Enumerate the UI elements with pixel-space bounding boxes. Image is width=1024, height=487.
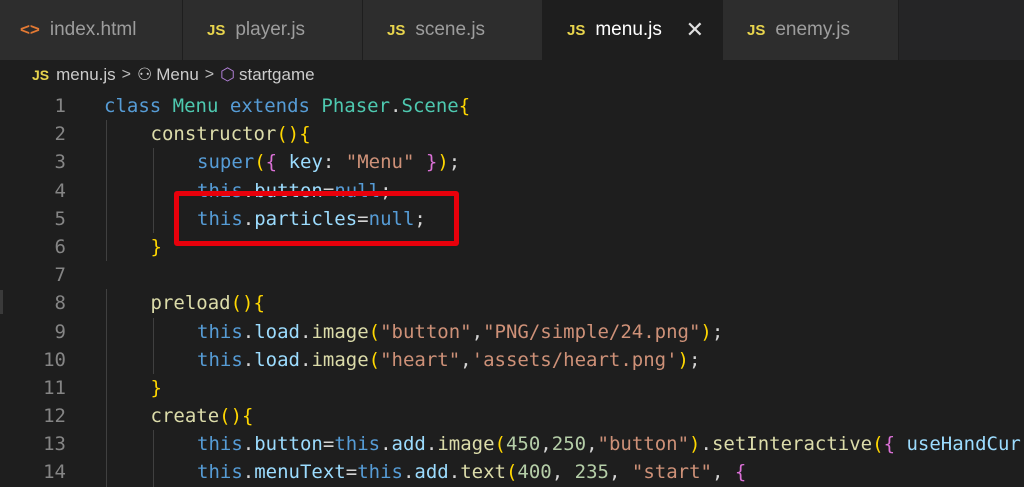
indent-guide: [106, 345, 107, 374]
line-number: 10: [43, 348, 66, 371]
code-text: this.load.image("heart",'assets/heart.pn…: [197, 348, 701, 371]
indent-guide: [106, 317, 107, 346]
indent-guide: [106, 232, 107, 262]
line-number: 14: [43, 461, 66, 484]
close-icon[interactable]: ✕: [686, 17, 704, 43]
code-line[interactable]: 10 this.load.image("heart",'assets/heart.…: [0, 345, 1024, 374]
tab-scene-js[interactable]: JS scene.js: [363, 0, 543, 60]
line-number: 2: [54, 123, 66, 146]
indent-guide: [152, 148, 154, 177]
code-text: super({ key: "Menu" });: [197, 151, 461, 174]
tab-label: index.html: [49, 19, 137, 40]
code-line[interactable]: 6}: [0, 232, 1024, 262]
indent-guide: [106, 430, 107, 459]
code-text: this.button=this.add.image(450,250,"butt…: [197, 433, 1021, 456]
js-file-icon: JS: [567, 21, 586, 39]
highlight-box: [174, 191, 459, 246]
code-line[interactable]: 3 super({ key: "Menu" });: [0, 148, 1024, 177]
indent-guide: [106, 402, 107, 431]
tab-label: enemy.js: [775, 19, 850, 40]
line-number: 5: [54, 207, 66, 230]
indent-guide: [106, 148, 107, 177]
line-number: 11: [43, 376, 66, 399]
js-file-icon: JS: [207, 21, 226, 39]
method-symbol-icon: ⬡: [220, 65, 235, 84]
code-line[interactable]: 1 class Menu extends Phaser.Scene{: [0, 92, 1024, 120]
tab-label: scene.js: [415, 19, 486, 40]
class-symbol-icon: ⚇: [137, 65, 153, 84]
indent-guide: [152, 204, 154, 233]
indent-guide: [106, 204, 107, 233]
html-file-icon: <>: [20, 20, 40, 39]
code-line[interactable]: 7: [0, 261, 1024, 289]
indent-guide: [106, 458, 107, 487]
code-text: }: [150, 235, 162, 258]
code-line[interactable]: 12 create(){: [0, 402, 1024, 431]
indent-guide: [152, 317, 154, 346]
js-file-icon: JS: [747, 21, 766, 39]
line-number: 1: [54, 95, 66, 117]
tab-bar: <> index.html JS player.js JS scene.js J…: [0, 0, 1024, 60]
js-file-icon: JS: [32, 67, 50, 83]
indent-guide: [152, 430, 154, 459]
indent-guide: [106, 373, 107, 403]
code-text: this.load.image("button","PNG/simple/24.…: [197, 320, 724, 343]
code-line[interactable]: 8 preload(){: [0, 289, 1024, 318]
tab-index-html[interactable]: <> index.html: [0, 0, 183, 60]
code-line[interactable]: 14 this.menuText=this.add.text(400, 235, …: [0, 458, 1024, 487]
line-number: 8: [54, 292, 66, 315]
line-number: 7: [54, 264, 66, 287]
code-text: preload(){: [150, 292, 265, 315]
code-line[interactable]: 9 this.load.image("button","PNG/simple/24…: [0, 317, 1024, 346]
code-editor[interactable]: 1 class Menu extends Phaser.Scene{ 2 constr…: [0, 92, 1024, 487]
code-text: class Menu extends Phaser.Scene{: [104, 95, 471, 117]
breadcrumb: JS menu.js > ⚇ Menu > ⬡ startgame: [0, 60, 1024, 90]
line-number: 4: [54, 179, 66, 202]
indent-guide: [152, 458, 154, 487]
code-line[interactable]: 2 constructor(){: [0, 120, 1024, 149]
indent-guide: [106, 176, 107, 205]
line-number: 13: [43, 433, 66, 456]
breadcrumb-file[interactable]: menu.js: [56, 65, 116, 85]
tab-enemy-js[interactable]: JS enemy.js: [723, 0, 899, 60]
tab-label: player.js: [235, 19, 306, 40]
indent-guide: [152, 176, 154, 205]
breadcrumb-method[interactable]: startgame: [239, 65, 315, 85]
indent-guide: [106, 289, 107, 318]
chevron-right-icon: >: [204, 66, 215, 83]
code-text: constructor(){: [150, 123, 311, 146]
code-line[interactable]: 11}: [0, 373, 1024, 403]
code-text: this.menuText=this.add.text(400, 235, "s…: [197, 461, 747, 484]
code-text: create(){: [150, 405, 254, 428]
code-line[interactable]: 4 this.button=null;: [0, 176, 1024, 205]
tab-label: menu.js: [595, 19, 662, 40]
indent-guide: [106, 120, 107, 149]
breadcrumb-class[interactable]: Menu: [156, 65, 199, 85]
chevron-right-icon: >: [121, 66, 131, 83]
js-file-icon: JS: [387, 21, 406, 39]
line-number: 6: [54, 235, 66, 258]
tab-menu-js[interactable]: JS menu.js ✕: [543, 0, 723, 60]
code-line[interactable]: 5 this.particles=null;: [0, 204, 1024, 233]
line-number: 12: [43, 405, 66, 428]
line-number: 3: [54, 151, 66, 174]
tab-player-js[interactable]: JS player.js: [183, 0, 363, 60]
indent-guide: [152, 345, 154, 374]
code-text: }: [150, 376, 162, 399]
line-number: 9: [54, 320, 66, 343]
code-line[interactable]: 13 this.button=this.add.image(450,250,"bu…: [0, 430, 1024, 459]
